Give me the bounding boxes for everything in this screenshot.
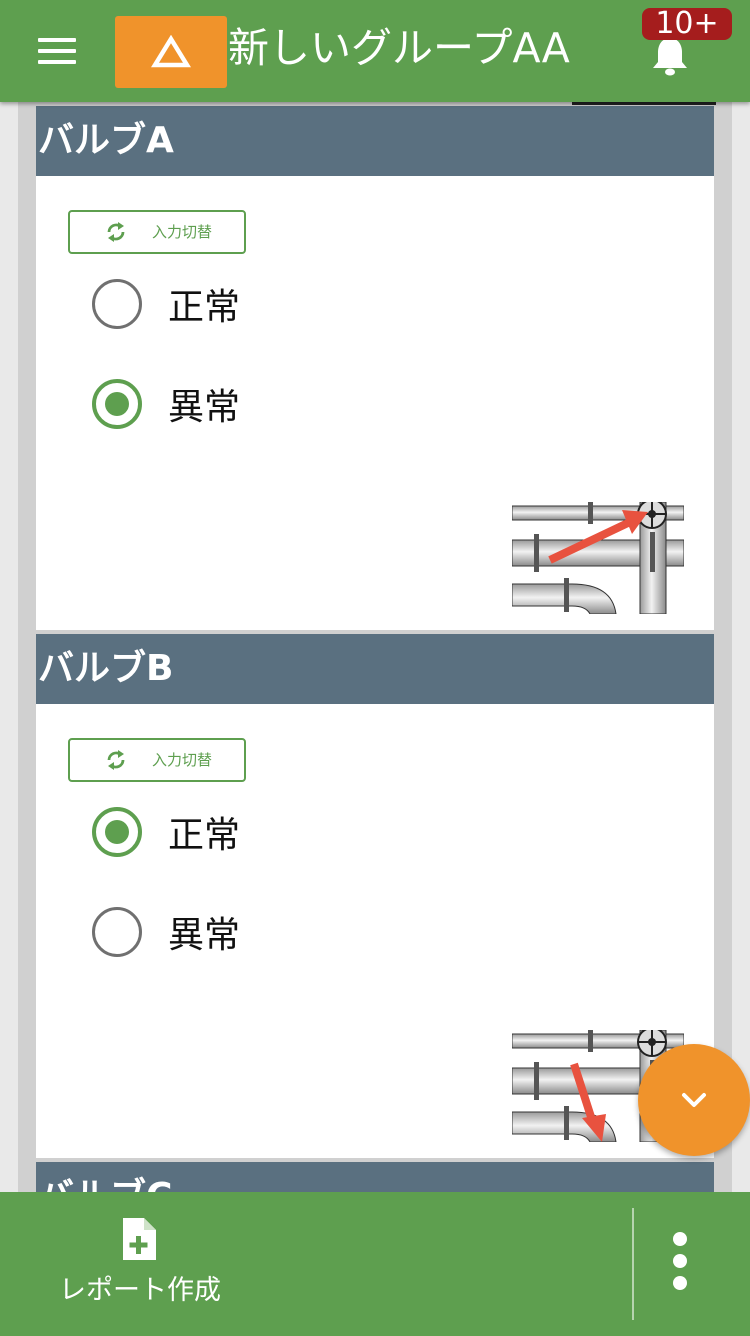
section-title: バルブC (36, 1162, 714, 1192)
radio-label: 異常 (168, 387, 241, 428)
chevron-down-icon (682, 1093, 706, 1107)
input-switch-label: 入力切替 (152, 223, 213, 241)
create-report-button[interactable]: レポート作成 (20, 1192, 260, 1336)
refresh-icon (107, 222, 125, 242)
radio-label: 異常 (168, 915, 241, 956)
radio-option-abnormal[interactable]: 異常 (92, 906, 240, 958)
radio-label: 正常 (168, 287, 241, 328)
radio-label: 正常 (168, 815, 241, 856)
radio-option-normal[interactable]: 正常 (92, 278, 240, 330)
radio-option-normal[interactable]: 正常 (92, 806, 240, 858)
more-options-icon[interactable] (664, 1232, 696, 1292)
bell-icon[interactable] (648, 36, 692, 76)
warning-triangle-icon (151, 35, 191, 68)
refresh-icon (107, 750, 125, 770)
input-switch-button[interactable]: 入力切替 (68, 210, 246, 254)
bottom-toolbar: レポート作成 (0, 1192, 750, 1336)
valve-a-section: バルブA 入力切替 正常 異常 (36, 106, 714, 630)
valve-b-section: バルブB 入力切替 正常 異常 (36, 634, 714, 1158)
radio-button[interactable] (92, 279, 142, 329)
radio-button[interactable] (92, 907, 142, 957)
input-switch-label: 入力切替 (152, 751, 213, 769)
checklist-content[interactable]: バルブA 入力切替 正常 異常 バルブB 入力切替 正常 異常 (18, 102, 732, 1192)
warning-button[interactable] (115, 16, 227, 88)
input-switch-button[interactable]: 入力切替 (68, 738, 246, 782)
page-title: 新しいグループAA (228, 24, 570, 72)
scroll-down-button[interactable] (638, 1044, 750, 1156)
toolbar-divider (632, 1208, 634, 1320)
app-header: 新しいグループAA 10+ (0, 0, 750, 102)
menu-icon[interactable] (38, 38, 78, 66)
valve-c-section: バルブC (36, 1162, 714, 1192)
radio-button-selected[interactable] (92, 379, 142, 429)
file-add-icon (123, 1218, 156, 1260)
valve-pipe-image (512, 502, 684, 614)
create-report-label: レポート作成 (59, 1275, 221, 1306)
radio-button-selected[interactable] (92, 807, 142, 857)
section-title: バルブB (36, 634, 714, 704)
radio-option-abnormal[interactable]: 異常 (92, 378, 240, 430)
section-title: バルブA (36, 106, 714, 176)
notification-badge: 10+ (642, 8, 732, 40)
